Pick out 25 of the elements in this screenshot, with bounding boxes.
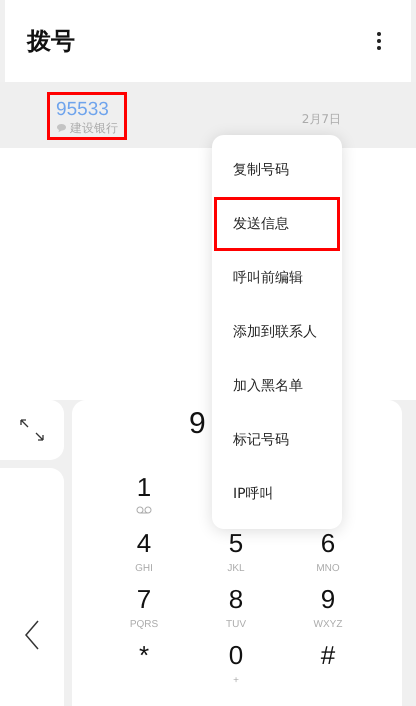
phone-number: 95533	[56, 99, 110, 121]
dial-key[interactable]: 4 GHI	[109, 524, 179, 580]
dial-key[interactable]: 0 +	[201, 636, 271, 692]
dialed-number: 9	[189, 406, 206, 442]
call-date: 2月7日	[302, 111, 341, 128]
dial-key[interactable]: 5 JKL	[201, 524, 271, 580]
expand-icon[interactable]	[19, 418, 45, 442]
dial-key[interactable]: 8 TUV	[201, 580, 271, 636]
page-title: 拨号	[27, 26, 75, 57]
contact-label: 建设银行	[70, 121, 118, 135]
dial-key[interactable]: #	[293, 636, 363, 692]
menu-item[interactable]: IP呼叫	[214, 467, 340, 521]
dial-key[interactable]: 1	[109, 468, 179, 524]
dial-key[interactable]: *	[109, 636, 179, 692]
back-chevron-icon[interactable]	[24, 620, 40, 650]
voicemail-icon	[136, 506, 152, 514]
menu-item[interactable]: 添加到联系人	[214, 305, 340, 359]
menu-item[interactable]: 发送信息	[214, 197, 340, 251]
menu-item[interactable]: 标记号码	[214, 413, 340, 467]
dial-key[interactable]: 7 PQRS	[109, 580, 179, 636]
dial-key[interactable]: 9 WXYZ	[293, 580, 363, 636]
message-icon	[56, 123, 67, 133]
menu-item[interactable]: 加入黑名单	[214, 359, 340, 413]
dial-key[interactable]: 6 MNO	[293, 524, 363, 580]
menu-item[interactable]: 呼叫前编辑	[214, 251, 340, 305]
